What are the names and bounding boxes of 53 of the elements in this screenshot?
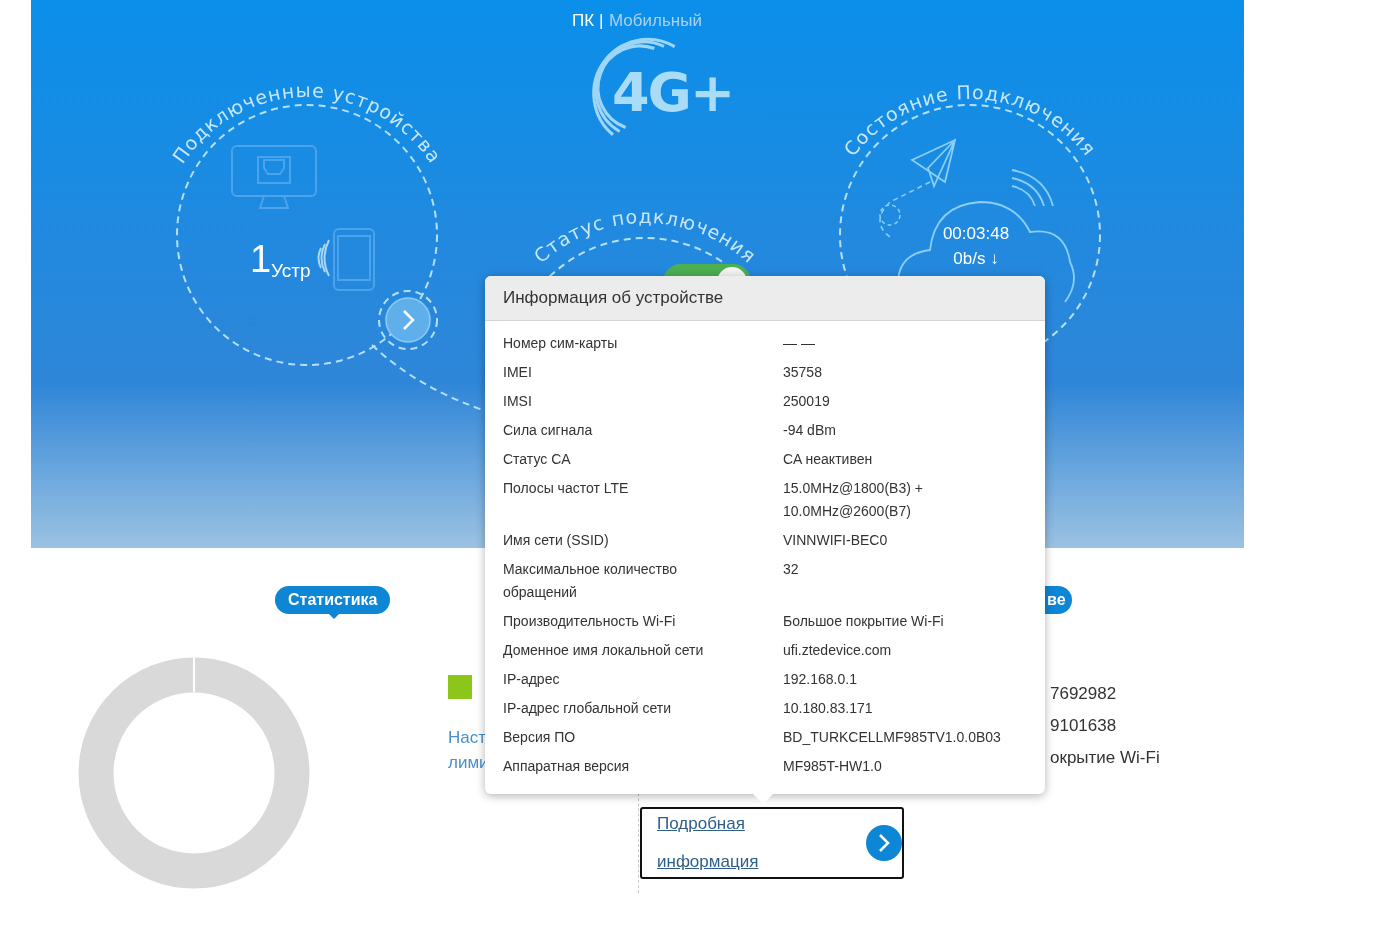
- info-value: BD_TURKCELLMF985TV1.0.0B03: [783, 728, 1002, 747]
- info-value: 15.0MHz@1800(B3) + 10.0MHz@2600(B7): [783, 479, 924, 521]
- info-label: Версия ПО: [503, 728, 577, 747]
- bubble-tail: [329, 614, 339, 619]
- info-label: Номер сим-карты: [503, 334, 619, 353]
- details-button[interactable]: [866, 825, 902, 861]
- info-value: Большое покрытие Wi-Fi: [783, 612, 945, 631]
- mode-tab[interactable]: ПК: [572, 11, 595, 30]
- info-value: 10.180.83.171: [783, 699, 874, 718]
- cloud-icon: [897, 201, 1075, 303]
- network-logo: 4G+: [612, 61, 734, 124]
- popup-title: Информация об устройстве: [485, 276, 1045, 321]
- limit-link[interactable]: Наст: [448, 725, 489, 750]
- device-value: 9101638: [1050, 715, 1117, 737]
- info-value: 250019: [783, 392, 831, 411]
- info-value: CA неактивен: [783, 450, 874, 469]
- info-value: — —: [783, 334, 816, 353]
- info-label: Производительность Wi-Fi: [503, 612, 677, 631]
- info-value: MF985T-HW1.0: [783, 757, 883, 776]
- info-label: IMEI: [503, 363, 533, 382]
- connection-time: 00:03:48: [942, 224, 1010, 243]
- statistics-tab[interactable]: Статистика: [275, 586, 391, 614]
- next-button[interactable]: [378, 290, 438, 350]
- info-value: ufi.ztedevice.com: [783, 641, 893, 660]
- info-label: Сила сигнала: [503, 421, 594, 440]
- chevron-icon: [878, 833, 890, 853]
- legend-swatch: [448, 675, 472, 699]
- info-value: 192.168.0.1: [783, 670, 858, 689]
- info-label: Статус CA: [503, 450, 572, 469]
- device-unit: Устр: [271, 260, 311, 281]
- flight-path-drawing: [879, 181, 931, 238]
- info-value: 32: [783, 560, 800, 579]
- transfer-speed: 0b/s ↓: [953, 249, 999, 268]
- info-label: Доменное имя локальной сети: [503, 641, 705, 660]
- info-label: Аппаратная версия: [503, 757, 631, 776]
- details-link[interactable]: Подробная информация: [657, 805, 787, 881]
- wireless-icon: [317, 239, 330, 277]
- mode-tab[interactable]: Мобильный: [609, 11, 702, 30]
- info-label: IMSI: [503, 392, 533, 411]
- device-count: 1: [250, 238, 272, 280]
- info-label: Полосы частот LTE: [503, 479, 630, 498]
- info-label: IP-адрес: [503, 670, 561, 689]
- info-label: Максимальное количество обращений: [503, 560, 679, 602]
- info-value: 35758: [783, 363, 823, 382]
- device-value: 7692982: [1050, 683, 1117, 705]
- wifi-icon: [1011, 169, 1054, 207]
- info-value: -94 dBm: [783, 421, 837, 440]
- info-value: VINNWIFI-BEC0: [783, 531, 889, 550]
- device-value: окрытие Wi-Fi: [1050, 747, 1160, 769]
- separator: |: [599, 11, 604, 30]
- info-label: Имя сети (SSID): [503, 531, 610, 550]
- info-label: IP-адрес глобальной сети: [503, 699, 672, 718]
- phone-icon: [333, 228, 375, 291]
